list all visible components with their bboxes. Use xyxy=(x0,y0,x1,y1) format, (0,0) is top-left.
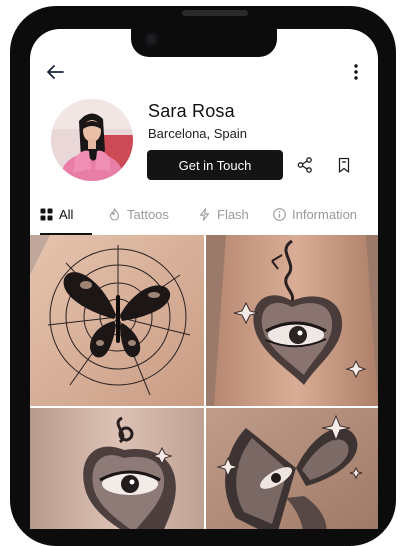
share-icon xyxy=(297,157,312,173)
gallery-grid xyxy=(30,235,378,529)
bookmark-icon xyxy=(338,157,350,173)
tab-all[interactable]: All xyxy=(40,195,73,233)
flame-icon xyxy=(109,207,120,221)
profile-location: Barcelona, Spain xyxy=(148,126,248,141)
tab-label: Flash xyxy=(217,206,249,222)
phone-speaker xyxy=(182,10,248,16)
gallery-item-butterfly-spiderweb[interactable] xyxy=(30,235,204,406)
avatar xyxy=(51,99,133,181)
tab-information[interactable]: Information xyxy=(273,195,357,233)
info-icon xyxy=(273,207,286,221)
more-options-button[interactable] xyxy=(350,62,362,82)
get-in-touch-button[interactable]: Get in Touch xyxy=(147,150,283,180)
arrow-left-icon xyxy=(47,65,64,79)
tab-flash[interactable]: Flash xyxy=(198,195,249,233)
avatar-photo xyxy=(51,99,133,181)
share-button[interactable] xyxy=(296,156,314,174)
app-screen: Sara Rosa Barcelona, Spain Get in Touch … xyxy=(30,29,378,529)
notch xyxy=(131,29,277,57)
bolt-icon xyxy=(199,207,210,221)
gallery-item-heart-eye-lock[interactable] xyxy=(30,408,204,529)
profile-name: Sara Rosa xyxy=(148,101,235,121)
gallery-item-heart-eye[interactable] xyxy=(206,235,378,406)
tab-label: Tattoos xyxy=(127,206,169,222)
tab-label: Information xyxy=(292,206,358,222)
profile-tabs: All Tattoos Flash Information xyxy=(30,195,378,235)
tab-label: All xyxy=(59,206,74,222)
camera-icon xyxy=(145,33,158,46)
tab-tattoos[interactable]: Tattoos xyxy=(108,195,169,233)
gallery-item-butterfly-face[interactable] xyxy=(206,408,378,529)
bookmark-button[interactable] xyxy=(335,156,353,174)
back-button[interactable] xyxy=(44,62,66,82)
grid-icon xyxy=(40,208,53,220)
more-vertical-icon xyxy=(354,64,358,80)
